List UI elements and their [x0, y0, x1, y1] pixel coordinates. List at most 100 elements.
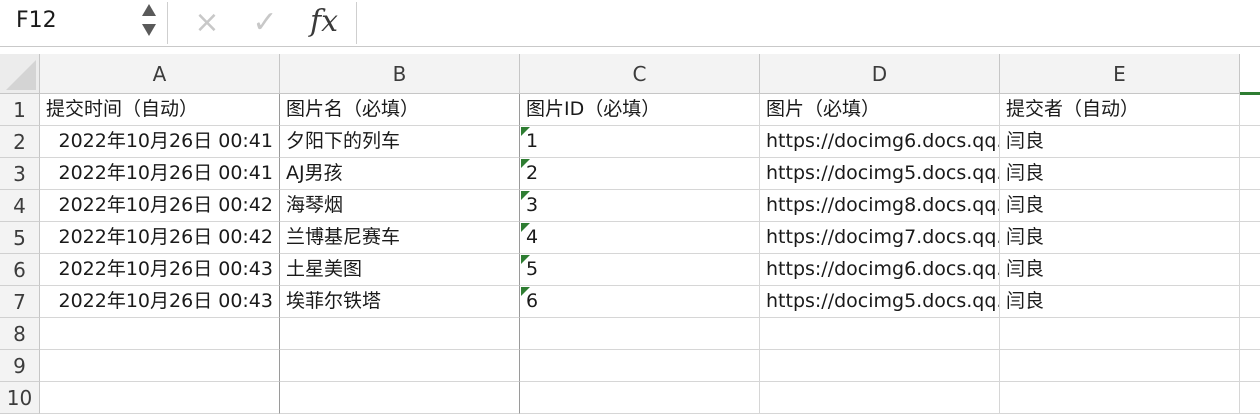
cell[interactable]: [760, 318, 1000, 350]
cell[interactable]: 夕阳下的列车: [280, 126, 520, 158]
check-icon: ✓: [252, 4, 278, 40]
cell[interactable]: [1240, 190, 1260, 222]
cell[interactable]: https://docimg5.docs.qq.com: [760, 286, 1000, 318]
cell[interactable]: 闫良: [1000, 286, 1240, 318]
column-header-c[interactable]: C: [520, 54, 760, 94]
cell[interactable]: https://docimg6.docs.qq.com: [760, 254, 1000, 286]
row-header[interactable]: 4: [0, 190, 40, 222]
select-all-corner[interactable]: [0, 54, 40, 94]
row-header[interactable]: 5: [0, 222, 40, 254]
column-header-a[interactable]: A: [40, 54, 280, 94]
cell[interactable]: [1240, 158, 1260, 190]
cell[interactable]: [1240, 126, 1260, 158]
row-header[interactable]: 6: [0, 254, 40, 286]
cell[interactable]: [520, 350, 760, 382]
cell[interactable]: https://docimg5.docs.qq.com: [760, 158, 1000, 190]
row-header[interactable]: 1: [0, 94, 40, 126]
cell[interactable]: 2022年10月26日 00:42: [40, 190, 280, 222]
cell[interactable]: 2022年10月26日 00:42: [40, 222, 280, 254]
name-box-stepper[interactable]: [140, 2, 158, 42]
stepper-down-icon[interactable]: [142, 24, 156, 36]
number-as-text-indicator-icon: [521, 191, 530, 200]
cell[interactable]: [1240, 350, 1260, 382]
cell[interactable]: 4: [520, 222, 760, 254]
cell[interactable]: 闫良: [1000, 158, 1240, 190]
number-as-text-indicator-icon: [521, 255, 530, 264]
cell[interactable]: 2: [520, 158, 760, 190]
number-as-text-indicator-icon: [521, 159, 530, 168]
row-header[interactable]: 8: [0, 318, 40, 350]
name-box-value[interactable]: F12: [16, 8, 57, 34]
formula-bar: F12 × ✓ fx: [0, 0, 1260, 47]
cell[interactable]: [1240, 318, 1260, 350]
confirm-button[interactable]: ✓: [246, 4, 284, 40]
insert-function-button[interactable]: fx: [310, 2, 338, 42]
row-header[interactable]: 3: [0, 158, 40, 190]
cell[interactable]: [280, 382, 520, 414]
cell[interactable]: [40, 318, 280, 350]
cell[interactable]: 闫良: [1000, 254, 1240, 286]
cell[interactable]: 2022年10月26日 00:41: [40, 158, 280, 190]
cell[interactable]: [1240, 254, 1260, 286]
cancel-button[interactable]: ×: [190, 4, 224, 40]
cell[interactable]: 2022年10月26日 00:43: [40, 254, 280, 286]
cell[interactable]: [760, 382, 1000, 414]
cell[interactable]: https://docimg6.docs.qq.com: [760, 126, 1000, 158]
cell[interactable]: 6: [520, 286, 760, 318]
cell[interactable]: 兰博基尼赛车: [280, 222, 520, 254]
cell[interactable]: https://docimg7.docs.qq.com: [760, 222, 1000, 254]
cell[interactable]: [40, 382, 280, 414]
cell[interactable]: [1240, 94, 1260, 126]
cell[interactable]: 图片ID（必填）: [520, 94, 760, 126]
cell[interactable]: [1240, 382, 1260, 414]
cell[interactable]: 图片名（必填）: [280, 94, 520, 126]
select-all-icon: [6, 60, 36, 90]
cell[interactable]: 闫良: [1000, 222, 1240, 254]
cell[interactable]: [280, 350, 520, 382]
cell[interactable]: 土星美图: [280, 254, 520, 286]
cell[interactable]: AJ男孩: [280, 158, 520, 190]
cell[interactable]: 闫良: [1000, 126, 1240, 158]
table-row: 9: [0, 350, 1260, 382]
cell[interactable]: 2022年10月26日 00:41: [40, 126, 280, 158]
formula-bar-divider: [356, 2, 357, 44]
name-box[interactable]: F12: [0, 0, 160, 46]
cell[interactable]: [760, 350, 1000, 382]
cell[interactable]: 图片（必填）: [760, 94, 1000, 126]
column-headers: A B C D E: [40, 54, 1260, 94]
formula-input[interactable]: [370, 4, 1250, 40]
row-header[interactable]: 7: [0, 286, 40, 318]
table-row: 6 2022年10月26日 00:43 土星美图 5 https://docim…: [0, 254, 1260, 286]
cell[interactable]: https://docimg8.docs.qq.com: [760, 190, 1000, 222]
cell[interactable]: 海琴烟: [280, 190, 520, 222]
cell[interactable]: [1240, 286, 1260, 318]
formula-bar-divider: [167, 2, 168, 44]
cell[interactable]: [1000, 318, 1240, 350]
cell[interactable]: 闫良: [1000, 190, 1240, 222]
cell[interactable]: 埃菲尔铁塔: [280, 286, 520, 318]
table-row: 3 2022年10月26日 00:41 AJ男孩 2 https://docim…: [0, 158, 1260, 190]
cell[interactable]: [1000, 382, 1240, 414]
cell[interactable]: [280, 318, 520, 350]
cell[interactable]: 提交时间（自动）: [40, 94, 280, 126]
cell[interactable]: 3: [520, 190, 760, 222]
cell[interactable]: 5: [520, 254, 760, 286]
table-row: 8: [0, 318, 1260, 350]
column-header-b[interactable]: B: [280, 54, 520, 94]
cell[interactable]: 2022年10月26日 00:43: [40, 286, 280, 318]
column-header-d[interactable]: D: [760, 54, 1000, 94]
grid-rows: 1 提交时间（自动） 图片名（必填） 图片ID（必填） 图片（必填） 提交者（自…: [0, 94, 1260, 414]
cell[interactable]: 提交者（自动）: [1000, 94, 1240, 126]
row-header[interactable]: 10: [0, 382, 40, 414]
cell[interactable]: [520, 318, 760, 350]
cell[interactable]: [40, 350, 280, 382]
cell[interactable]: [520, 382, 760, 414]
stepper-up-icon[interactable]: [142, 4, 156, 16]
row-header[interactable]: 9: [0, 350, 40, 382]
row-header[interactable]: 2: [0, 126, 40, 158]
table-row: 5 2022年10月26日 00:42 兰博基尼赛车 4 https://doc…: [0, 222, 1260, 254]
column-header-e[interactable]: E: [1000, 54, 1240, 94]
cell[interactable]: [1240, 222, 1260, 254]
cell[interactable]: 1: [520, 126, 760, 158]
cell[interactable]: [1000, 350, 1240, 382]
